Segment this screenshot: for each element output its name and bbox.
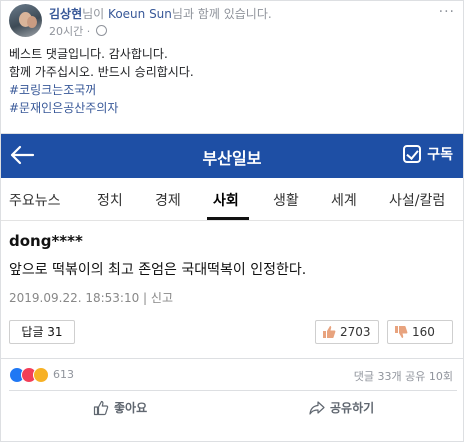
post-time[interactable]: 20시간 · — [49, 25, 90, 38]
tab-editorial: 사설/칼럼 — [389, 193, 446, 209]
comment-username: dong**** — [9, 232, 83, 250]
tab-society: 사회 — [213, 193, 239, 209]
post-line-2: 함께 가주십시오. 반드시 승리합시다. — [9, 65, 194, 79]
globe-icon — [95, 25, 107, 36]
post-header: 김상현님이 Koeun Sun님과 함께 있습니다. 20시간 · ··· — [9, 4, 457, 38]
dislike-count: 160 — [412, 325, 435, 339]
thumbs-up-icon — [323, 326, 336, 338]
comment-date: 2019.09.22. 18:53:10 | 신고 — [9, 291, 173, 305]
checkbox-icon — [403, 145, 422, 163]
subscribe-label: 구독 — [427, 147, 453, 163]
like-count-button: 2703 — [315, 320, 379, 344]
embedded-screenshot[interactable]: 부산일보 구독 주요뉴스 정치 경제 사회 생활 세계 사설/칼럼 dong**… — [1, 133, 463, 359]
comments-shares-count[interactable]: 댓글 33개 공유 10회 — [354, 368, 453, 384]
post-line-1: 베스트 댓글입니다. 감사합니다. — [9, 47, 168, 61]
more-options-icon[interactable]: ··· — [439, 4, 455, 20]
comment-text: 앞으로 떡볶이의 최고 존엄은 국대떡복이 인정한다. — [9, 262, 307, 278]
thumbs-down-icon — [395, 326, 408, 338]
tab-main-news: 주요뉴스 — [9, 193, 61, 209]
active-tab-indicator — [207, 217, 249, 220]
tagged-friend[interactable]: Koeun Sun — [108, 7, 172, 21]
tab-politics: 정치 — [97, 193, 123, 209]
reply-button: 답글 31 — [9, 320, 75, 344]
newspaper-name: 부산일보 — [202, 149, 262, 168]
share-arrow-icon — [309, 400, 325, 415]
post-meta: 20시간 · — [49, 23, 107, 39]
tab-life: 생활 — [273, 193, 299, 209]
hashtag-2[interactable]: #문재인은공산주의자 — [9, 99, 194, 117]
post-stats: 613 댓글 33개 공유 10회 — [9, 365, 457, 385]
like-count: 2703 — [340, 325, 371, 339]
share-label: 공유하기 — [330, 401, 375, 415]
reaction-count[interactable]: 613 — [53, 368, 74, 381]
with-suffix: 님과 함께 있습니다. — [171, 7, 272, 21]
news-tabs: 주요뉴스 정치 경제 사회 생활 세계 사설/칼럼 — [1, 178, 463, 221]
author-name[interactable]: 김상현 — [49, 7, 82, 21]
facebook-post: 김상현님이 Koeun Sun님과 함께 있습니다. 20시간 · ··· 베스… — [0, 0, 464, 442]
joined-text: 님이 — [82, 7, 105, 21]
haha-reaction-icon[interactable] — [33, 367, 49, 383]
post-body: 베스트 댓글입니다. 감사합니다. 함께 가주십시오. 반드시 승리합시다. #… — [9, 45, 194, 117]
share-button[interactable]: 공유하기 — [309, 399, 374, 416]
subscribe-button: 구독 — [403, 144, 453, 164]
thumbs-up-icon — [93, 400, 109, 415]
tab-economy: 경제 — [155, 193, 181, 209]
tab-world: 세계 — [331, 193, 357, 209]
like-button[interactable]: 좋아요 — [93, 399, 147, 416]
divider — [9, 390, 457, 391]
dislike-count-button: 160 — [387, 320, 453, 344]
like-label: 좋아요 — [114, 401, 148, 415]
avatar[interactable] — [9, 4, 42, 37]
header-line: 김상현님이 Koeun Sun님과 함께 있습니다. — [49, 5, 272, 22]
news-app-header: 부산일보 구독 — [1, 134, 463, 178]
avatar-face-2 — [27, 16, 37, 28]
hashtag-1[interactable]: #코링크는조국꺼 — [9, 81, 194, 99]
